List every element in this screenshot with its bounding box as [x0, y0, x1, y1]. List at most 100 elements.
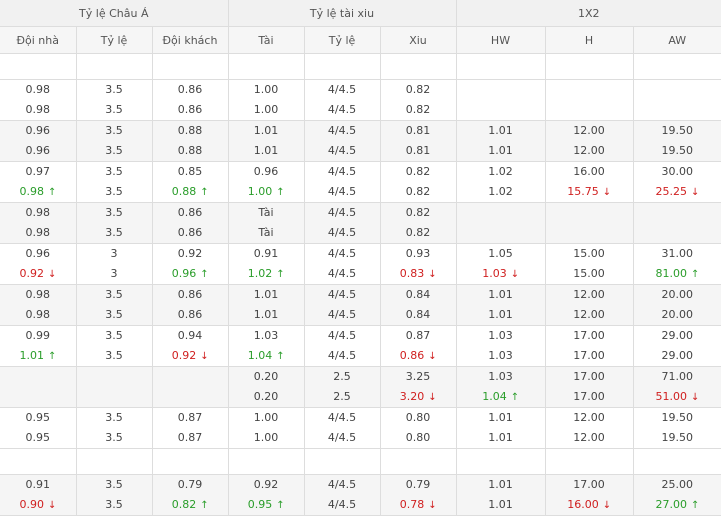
odds-value-text: 0.86: [400, 349, 425, 362]
odds-value-opening: 19.50: [634, 121, 721, 141]
odds-value-text: 19.50: [662, 431, 694, 444]
odds-value-opening: 0.95: [0, 408, 76, 428]
odds-value-opening: 4/4.5: [305, 326, 380, 346]
odds-cell: 16.0015.75↓: [545, 162, 633, 203]
odds-cell: [545, 203, 633, 244]
odds-value-text: 16.00: [573, 165, 605, 178]
odds-value-opening: 31.00: [634, 244, 721, 264]
odds-value-current: 1.01: [229, 305, 304, 325]
odds-value-text: 71.00: [662, 370, 694, 383]
odds-cell: [633, 80, 721, 121]
col-draw: H: [545, 27, 633, 54]
odds-value-current: [546, 100, 633, 120]
odds-row: 0.960.92↓330.920.96↑0.911.02↑4/4.54/4.50…: [0, 244, 721, 285]
odds-cell: 0.980.98: [0, 80, 76, 121]
odds-value-current: 4/4.5: [305, 346, 380, 366]
odds-cell: 17.0017.00: [545, 367, 633, 408]
odds-cell: 0.820.82: [380, 80, 456, 121]
odds-value-opening: 0.93: [381, 244, 456, 264]
odds-value-current: 3.5: [77, 305, 152, 325]
odds-value-text: 3: [111, 247, 118, 260]
odds-value-current: 4/4.5: [305, 264, 380, 284]
odds-value-text: 4/4.5: [328, 226, 356, 239]
odds-value-opening: 3.5: [77, 80, 152, 100]
odds-value-opening: 4/4.5: [305, 203, 380, 223]
odds-cell: 15.0015.00: [545, 244, 633, 285]
odds-value-opening: [0, 367, 76, 387]
group-header-row: Tỷ lệ Châu Á Tỷ lệ tài xiu 1X2: [0, 0, 721, 27]
arrow-up-icon: ↑: [276, 496, 284, 516]
odds-value-current: 0.98↑: [0, 182, 76, 202]
odds-value-text: 12.00: [573, 288, 605, 301]
odds-cell: 3.53.5: [76, 121, 152, 162]
odds-value-text: 1.01: [254, 288, 279, 301]
odds-cell: 0.940.92↓: [152, 326, 228, 367]
odds-value-text: 1.01: [488, 308, 513, 321]
odds-value-opening: [546, 80, 633, 100]
col-over: Tài: [228, 27, 304, 54]
odds-cell: 3.53.5: [76, 203, 152, 244]
odds-value-current: 1.01↑: [0, 346, 76, 366]
spacer-row: [0, 54, 721, 80]
odds-value-opening: 17.00: [546, 326, 633, 346]
odds-value-text: 3.5: [105, 288, 123, 301]
odds-value-opening: 12.00: [546, 408, 633, 428]
spacer-cell: [304, 449, 380, 475]
odds-value-opening: 4/4.5: [305, 285, 380, 305]
odds-value-current: 0.88: [153, 141, 228, 161]
odds-value-current: 0.96: [0, 141, 76, 161]
odds-value-text: 0.91: [26, 478, 51, 491]
odds-value-opening: 0.99: [0, 326, 76, 346]
odds-value-text: 3.5: [105, 329, 123, 342]
odds-value-current: 1.00: [229, 100, 304, 120]
odds-cell: [76, 367, 152, 408]
odds-value-opening: 3.5: [77, 408, 152, 428]
odds-value-text: 0.98: [26, 288, 51, 301]
odds-value-opening: 3.25: [381, 367, 456, 387]
odds-cell: 0.910.90↓: [0, 475, 76, 516]
odds-value-text: 4/4.5: [328, 478, 356, 491]
odds-cell: 1.011.01: [456, 475, 545, 516]
odds-value-text: 12.00: [573, 431, 605, 444]
odds-value-current: 0.82: [381, 100, 456, 120]
odds-cell: 29.0029.00: [633, 326, 721, 367]
odds-value-text: 0.83: [400, 267, 425, 280]
odds-value-opening: 1.01: [457, 408, 545, 428]
odds-value-text: 15.00: [573, 247, 605, 260]
odds-value-text: 17.00: [573, 329, 605, 342]
odds-cell: 20.0020.00: [633, 285, 721, 326]
odds-value-opening: [634, 203, 721, 223]
odds-value-text: 0.98: [26, 226, 51, 239]
odds-value-text: 2.5: [333, 370, 351, 383]
odds-value-current: 1.00: [229, 428, 304, 448]
odds-value-opening: 0.88: [153, 121, 228, 141]
odds-value-current: [153, 387, 228, 407]
odds-value-opening: [77, 367, 152, 387]
group-header-1x2: 1X2: [456, 0, 721, 27]
odds-value-text: Tài: [258, 226, 273, 239]
spacer-cell: [228, 449, 304, 475]
arrow-up-icon: ↑: [511, 388, 519, 408]
spacer-cell: [228, 54, 304, 80]
odds-value-text: 29.00: [662, 349, 694, 362]
odds-cell: 33: [76, 244, 152, 285]
odds-value-opening: 16.00: [546, 162, 633, 182]
odds-value-text: 12.00: [573, 411, 605, 424]
arrow-down-icon: ↓: [200, 347, 208, 367]
odds-cell: 0.960.96: [0, 121, 76, 162]
odds-cell: 1.011.01: [456, 285, 545, 326]
odds-value-opening: 12.00: [546, 121, 633, 141]
odds-cell: 3.53.5: [76, 408, 152, 449]
odds-value-text: 3.5: [105, 185, 123, 198]
odds-cell: [633, 203, 721, 244]
odds-value-text: 19.50: [662, 411, 694, 424]
odds-value-text: 31.00: [662, 247, 694, 260]
odds-row: 0.950.953.53.50.870.871.001.004/4.54/4.5…: [0, 408, 721, 449]
odds-value-text: 4/4.5: [328, 349, 356, 362]
odds-value-current: 3.5: [77, 100, 152, 120]
arrow-up-icon: ↑: [200, 265, 208, 285]
odds-value-text: 1.01: [488, 431, 513, 444]
odds-cell: 4/4.5 4/4.5: [304, 203, 380, 244]
odds-cell: 0.970.98↑: [0, 162, 76, 203]
odds-cell: 0.820.82: [380, 203, 456, 244]
